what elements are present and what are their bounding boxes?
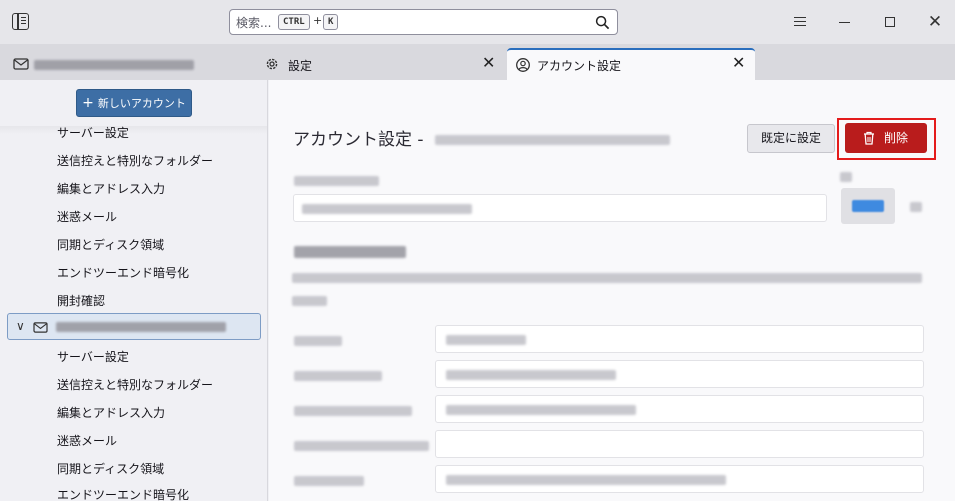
account-name-field[interactable] [293,194,827,222]
account-name-label-blurred [294,176,379,186]
minimize-icon[interactable] [835,12,855,32]
tree-item-copies-folders[interactable]: 送信控えと特別なフォルダー [57,152,213,169]
scroll-shadow [0,126,267,134]
row-label-blurred [294,371,382,381]
set-default-button[interactable]: 既定に設定 [747,124,835,153]
plus-icon: + [82,95,94,111]
identity-desc-blurred [292,273,922,283]
identity-field-3[interactable] [435,395,924,423]
tab-account-settings-close-icon[interactable]: ✕ [732,54,745,72]
title-bar: 検索... CTRL + K ✕ [0,0,955,44]
hamburger-icon[interactable] [790,12,810,32]
gear-icon [266,58,278,70]
tree-item-junk[interactable]: 迷惑メール [57,208,117,225]
tree-item-e2e[interactable]: エンドツーエンド暗号化 [57,486,189,501]
new-account-button[interactable]: + 新しいアカウント [76,89,192,117]
account-name-blurred [56,322,226,332]
chevron-down-icon[interactable]: ∨ [16,319,25,333]
field-value-blurred [446,335,526,345]
new-account-label: 新しいアカウント [97,97,186,110]
page-title: アカウント設定 - [293,125,670,150]
tab-account-settings-label: アカウント設定 [537,59,622,73]
tab-mail-label-blurred [34,60,194,70]
shortcut-k-key: K [323,14,339,30]
row-label-blurred [294,406,412,416]
identity-field-1[interactable] [435,325,924,353]
search-icon[interactable] [595,15,610,30]
color-reset-blurred [910,202,922,212]
tree-item-junk[interactable]: 迷惑メール [57,432,117,449]
identity-heading-blurred [294,246,406,258]
account-settings-pane: アカウント設定 - 既定に設定 削除 [269,80,955,501]
field-value-blurred [446,475,726,485]
row-label-blurred [294,441,429,451]
tree-item-receipts[interactable]: 開封確認 [57,292,105,309]
tree-item-server-settings[interactable]: サーバー設定 [57,124,129,141]
tab-settings-close-icon[interactable]: ✕ [482,54,495,72]
tree-item-copies-folders[interactable]: 送信控えと特別なフォルダー [57,376,213,393]
tree-item-sync-disk[interactable]: 同期とディスク領域 [57,460,164,477]
account-email-blurred [434,135,670,145]
maximize-icon[interactable] [880,12,900,32]
row-label-blurred [294,476,364,486]
shortcut-ctrl-key: CTRL [278,14,310,30]
tree-item-e2e[interactable]: エンドツーエンド暗号化 [57,264,189,281]
tree-item-composition[interactable]: 編集とアドレス入力 [57,404,165,421]
tree-item-server-settings[interactable]: サーバー設定 [57,348,129,365]
tab-strip: 設定 ✕ アカウント設定 ✕ [0,44,955,80]
account-icon [516,58,530,72]
tab-settings-label: 設定 [288,59,313,73]
identity-field-5[interactable] [435,465,924,493]
identity-desc-blurred [292,296,327,306]
app-menu-icon[interactable] [12,13,29,30]
field-value-blurred [302,204,472,214]
field-value-blurred [446,405,636,415]
search-input[interactable]: 検索... CTRL + K [229,9,618,35]
account-tree-sidebar: + 新しいアカウント サーバー設定 送信控えと特別なフォルダー 編集とアドレス入力… [0,80,268,501]
shortcut-plus: + [313,14,323,27]
identity-field-4[interactable] [435,430,924,458]
field-value-blurred [446,370,616,380]
color-label-blurred [840,172,852,182]
delete-label: 削除 [884,131,909,145]
delete-account-button[interactable]: 削除 [845,123,927,153]
color-swatch [852,200,884,212]
search-placeholder: 検索... [236,16,272,30]
identity-field-2[interactable] [435,360,924,388]
tab-mail[interactable] [0,48,252,80]
row-label-blurred [294,336,342,346]
tab-account-settings[interactable]: アカウント設定 ✕ [507,48,755,80]
mail-account-icon [33,322,48,333]
page-title-text: アカウント設定 - [293,130,424,150]
tab-settings[interactable]: 設定 ✕ [253,48,506,80]
mail-account-icon [13,58,29,70]
account-row-selected[interactable]: ∨ [7,313,261,340]
close-icon[interactable]: ✕ [925,12,945,32]
trash-icon [864,131,874,145]
tree-item-composition[interactable]: 編集とアドレス入力 [57,180,165,197]
account-color-picker[interactable] [841,188,895,224]
tree-item-sync-disk[interactable]: 同期とディスク領域 [57,236,164,253]
